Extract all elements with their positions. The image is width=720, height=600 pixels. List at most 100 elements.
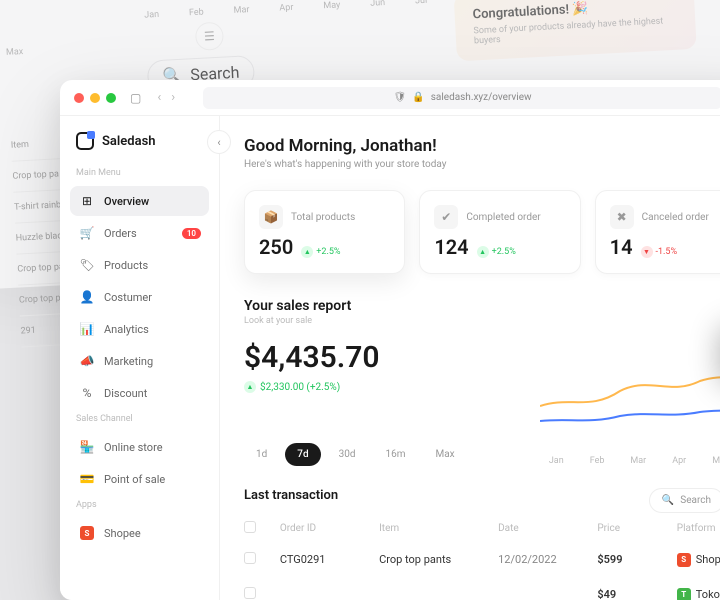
stat-value: 250 bbox=[259, 235, 293, 259]
section-label: Apps bbox=[70, 500, 209, 510]
stat-label: Completed order bbox=[466, 212, 540, 223]
stats-row: 📦 Total products 250 ▲+2.5% ✔Completed or… bbox=[244, 190, 720, 274]
nav-label: Orders bbox=[104, 227, 137, 240]
sidebar-toggle-icon[interactable]: ▢ bbox=[130, 91, 141, 105]
sidebar-item-point-of-sale[interactable]: 💳Point of sale bbox=[70, 464, 209, 494]
chart-months: JanFebMarAprMayJan bbox=[549, 456, 720, 466]
sidebar-item-products[interactable]: 🏷Products bbox=[70, 250, 209, 280]
sidebar: ‹ Saledash Main Menu⊞Overview🛒Orders10🏷P… bbox=[60, 116, 220, 600]
tokopedia-icon: T bbox=[677, 588, 691, 600]
up-arrow-icon: ▲ bbox=[477, 246, 489, 258]
stat-label: Total products bbox=[291, 212, 355, 223]
url-bar[interactable]: 🛡 🔒 saledash.xyz/overview bbox=[203, 87, 720, 109]
search-icon: 🔍 bbox=[662, 495, 674, 506]
th-order-id: Order ID bbox=[280, 523, 359, 534]
th-price: Price bbox=[597, 523, 656, 534]
cell-item: Crop top pants bbox=[379, 553, 478, 566]
stat-delta: ▲+2.5% bbox=[301, 246, 340, 258]
chart-month: Feb bbox=[590, 456, 605, 466]
close-window-icon[interactable] bbox=[74, 93, 84, 103]
timeframe-16m[interactable]: 16m bbox=[373, 443, 417, 466]
orders-icon: 🛒 bbox=[80, 226, 94, 240]
timeframe-1d[interactable]: 1d bbox=[244, 443, 279, 466]
chart-svg bbox=[540, 346, 720, 436]
nav-label: Shopee bbox=[104, 527, 141, 540]
back-icon[interactable]: ‹ bbox=[157, 90, 161, 105]
bg-month: May bbox=[323, 0, 340, 11]
bg-filter-icon: ☰ bbox=[195, 22, 224, 51]
chart-month: Jan bbox=[549, 456, 564, 466]
th-date: Date bbox=[498, 523, 577, 534]
browser-nav: ‹ › bbox=[157, 90, 175, 105]
sidebar-item-analytics[interactable]: 📊 Analytics bbox=[70, 314, 209, 344]
maximize-window-icon[interactable] bbox=[106, 93, 116, 103]
table-row[interactable]: $49 TTokopedia bbox=[244, 577, 720, 600]
collapse-sidebar-button[interactable]: ‹ bbox=[207, 130, 231, 154]
sidebar-item-overview[interactable]: ⊞ Overview bbox=[70, 186, 209, 216]
browser-toolbar: ▢ ‹ › 🛡 🔒 saledash.xyz/overview ⟳ bbox=[60, 80, 720, 116]
stat-card-completed-order: ✔Completed order 124 ▲+2.5% bbox=[419, 190, 580, 274]
stat-label: Canceled order bbox=[642, 212, 709, 223]
online store-icon: 🏪 bbox=[80, 440, 94, 454]
nav-label: Products bbox=[104, 259, 148, 272]
stat-icon: ✖ bbox=[610, 205, 634, 229]
stat-delta: ▼-1.5% bbox=[641, 246, 678, 258]
sidebar-item-online-store[interactable]: 🏪 Online store bbox=[70, 432, 209, 462]
logo[interactable]: Saledash bbox=[70, 132, 209, 150]
nav-label: Discount bbox=[104, 387, 147, 400]
th-item: Item bbox=[379, 523, 478, 534]
forward-icon[interactable]: › bbox=[171, 90, 175, 105]
shopee-icon: S bbox=[80, 526, 94, 540]
transactions-table: Order ID Item Date Price Platform CTG029… bbox=[244, 515, 720, 600]
main-content: 📅 Good Morning, Jonathan! Here's what's … bbox=[220, 116, 720, 600]
cell-platform: TTokopedia bbox=[677, 588, 720, 600]
timeframe-7d[interactable]: 7d bbox=[285, 443, 320, 466]
sidebar-item-costumer[interactable]: 👤 Costumer bbox=[70, 282, 209, 312]
shield-icon: 🛡 bbox=[394, 92, 407, 103]
browser-window: ▢ ‹ › 🛡 🔒 saledash.xyz/overview ⟳ ‹ Sale… bbox=[60, 80, 720, 600]
timeframe-30d[interactable]: 30d bbox=[327, 443, 368, 466]
analytics-icon: 📊 bbox=[80, 322, 94, 336]
traffic-lights[interactable] bbox=[74, 93, 116, 103]
congratulations-card: Congratulations! 🎉 Some of your products… bbox=[454, 0, 697, 61]
discount-icon: % bbox=[80, 386, 94, 400]
down-arrow-icon: ▼ bbox=[641, 246, 653, 258]
cell-price: $49 bbox=[597, 588, 656, 600]
costumer-icon: 👤 bbox=[80, 290, 94, 304]
bg-month: Jul bbox=[415, 0, 428, 6]
select-all-checkbox[interactable] bbox=[244, 521, 256, 533]
stat-card-canceled-order: ✖ Canceled order 14 ▼-1.5% bbox=[595, 190, 720, 274]
chart-month: Apr bbox=[672, 456, 686, 466]
search-input[interactable]: 🔍 Search bbox=[649, 488, 720, 513]
sidebar-item-discount[interactable]: % Discount bbox=[70, 378, 209, 408]
logo-text: Saledash bbox=[102, 134, 156, 149]
nav-label: Costumer bbox=[104, 291, 152, 304]
stat-value: 14 bbox=[610, 235, 633, 259]
stat-icon: 📦 bbox=[259, 205, 283, 229]
overview-icon: ⊞ bbox=[80, 194, 94, 208]
sidebar-item-orders[interactable]: 🛒 Orders 10 bbox=[70, 218, 209, 248]
sidebar-item-shopee[interactable]: S Shopee bbox=[70, 518, 209, 548]
row-checkbox[interactable] bbox=[244, 587, 256, 599]
search-filter-row: 🔍 Search ☰ bbox=[649, 486, 720, 514]
nav-label: Online store bbox=[104, 441, 163, 454]
report-sub: Look at your sale bbox=[244, 316, 720, 326]
timeframe-Max[interactable]: Max bbox=[424, 443, 467, 466]
url-text: saledash.xyz/overview bbox=[431, 92, 532, 103]
report-header: Your sales report Look at your sale bbox=[244, 298, 720, 326]
nav-label: Point of sale bbox=[104, 473, 165, 486]
badge: 10 bbox=[182, 228, 201, 239]
minimize-window-icon[interactable] bbox=[90, 93, 100, 103]
stat-card-total-products: 📦 Total products 250 ▲+2.5% bbox=[244, 190, 405, 274]
up-arrow-icon: ▲ bbox=[301, 246, 313, 258]
logo-mark-icon bbox=[76, 132, 94, 150]
report-change-text: $2,330.00 (+2.5%) bbox=[260, 382, 340, 393]
section-label: Sales Channel bbox=[70, 414, 209, 424]
row-checkbox[interactable] bbox=[244, 552, 256, 564]
nav-label: Overview bbox=[104, 195, 149, 208]
report-title: Your sales report bbox=[244, 298, 720, 314]
bg-month: Feb bbox=[189, 8, 204, 19]
nav-label: Analytics bbox=[104, 323, 149, 336]
table-row[interactable]: CTG0291 Crop top pants 12/02/2022 $599 S… bbox=[244, 542, 720, 577]
sidebar-item-marketing[interactable]: 📣Marketing bbox=[70, 346, 209, 376]
